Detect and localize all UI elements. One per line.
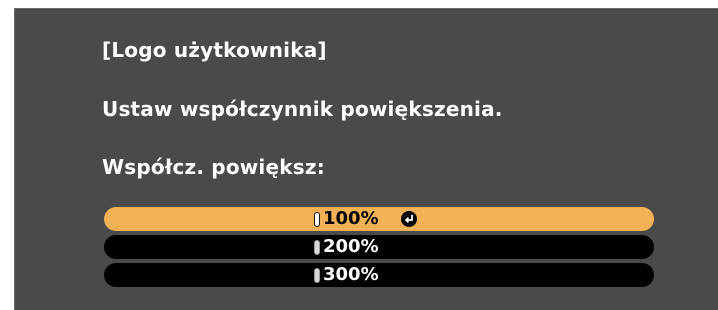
zoom-option-label: 300% [323, 264, 379, 285]
zoom-option-label: 100% [323, 208, 379, 229]
settings-panel: [Logo użytkownika] Ustaw współczynnik po… [14, 8, 718, 310]
enter-icon [400, 211, 417, 227]
zoom-option-200[interactable]: 200% [104, 235, 654, 259]
zoom-option-list: 100% 200% 300% [104, 207, 654, 291]
radio-indicator-icon [314, 211, 320, 227]
instruction-text: Ustaw współczynnik powiększenia. [102, 97, 503, 121]
zoom-option-300[interactable]: 300% [104, 263, 654, 287]
zoom-factor-label: Współcz. powiększ: [102, 155, 325, 179]
zoom-option-100[interactable]: 100% [104, 207, 654, 231]
radio-indicator-icon [314, 267, 320, 283]
dialog-title: [Logo użytkownika] [102, 38, 327, 62]
radio-indicator-icon [314, 239, 320, 255]
zoom-option-label: 200% [323, 236, 379, 257]
